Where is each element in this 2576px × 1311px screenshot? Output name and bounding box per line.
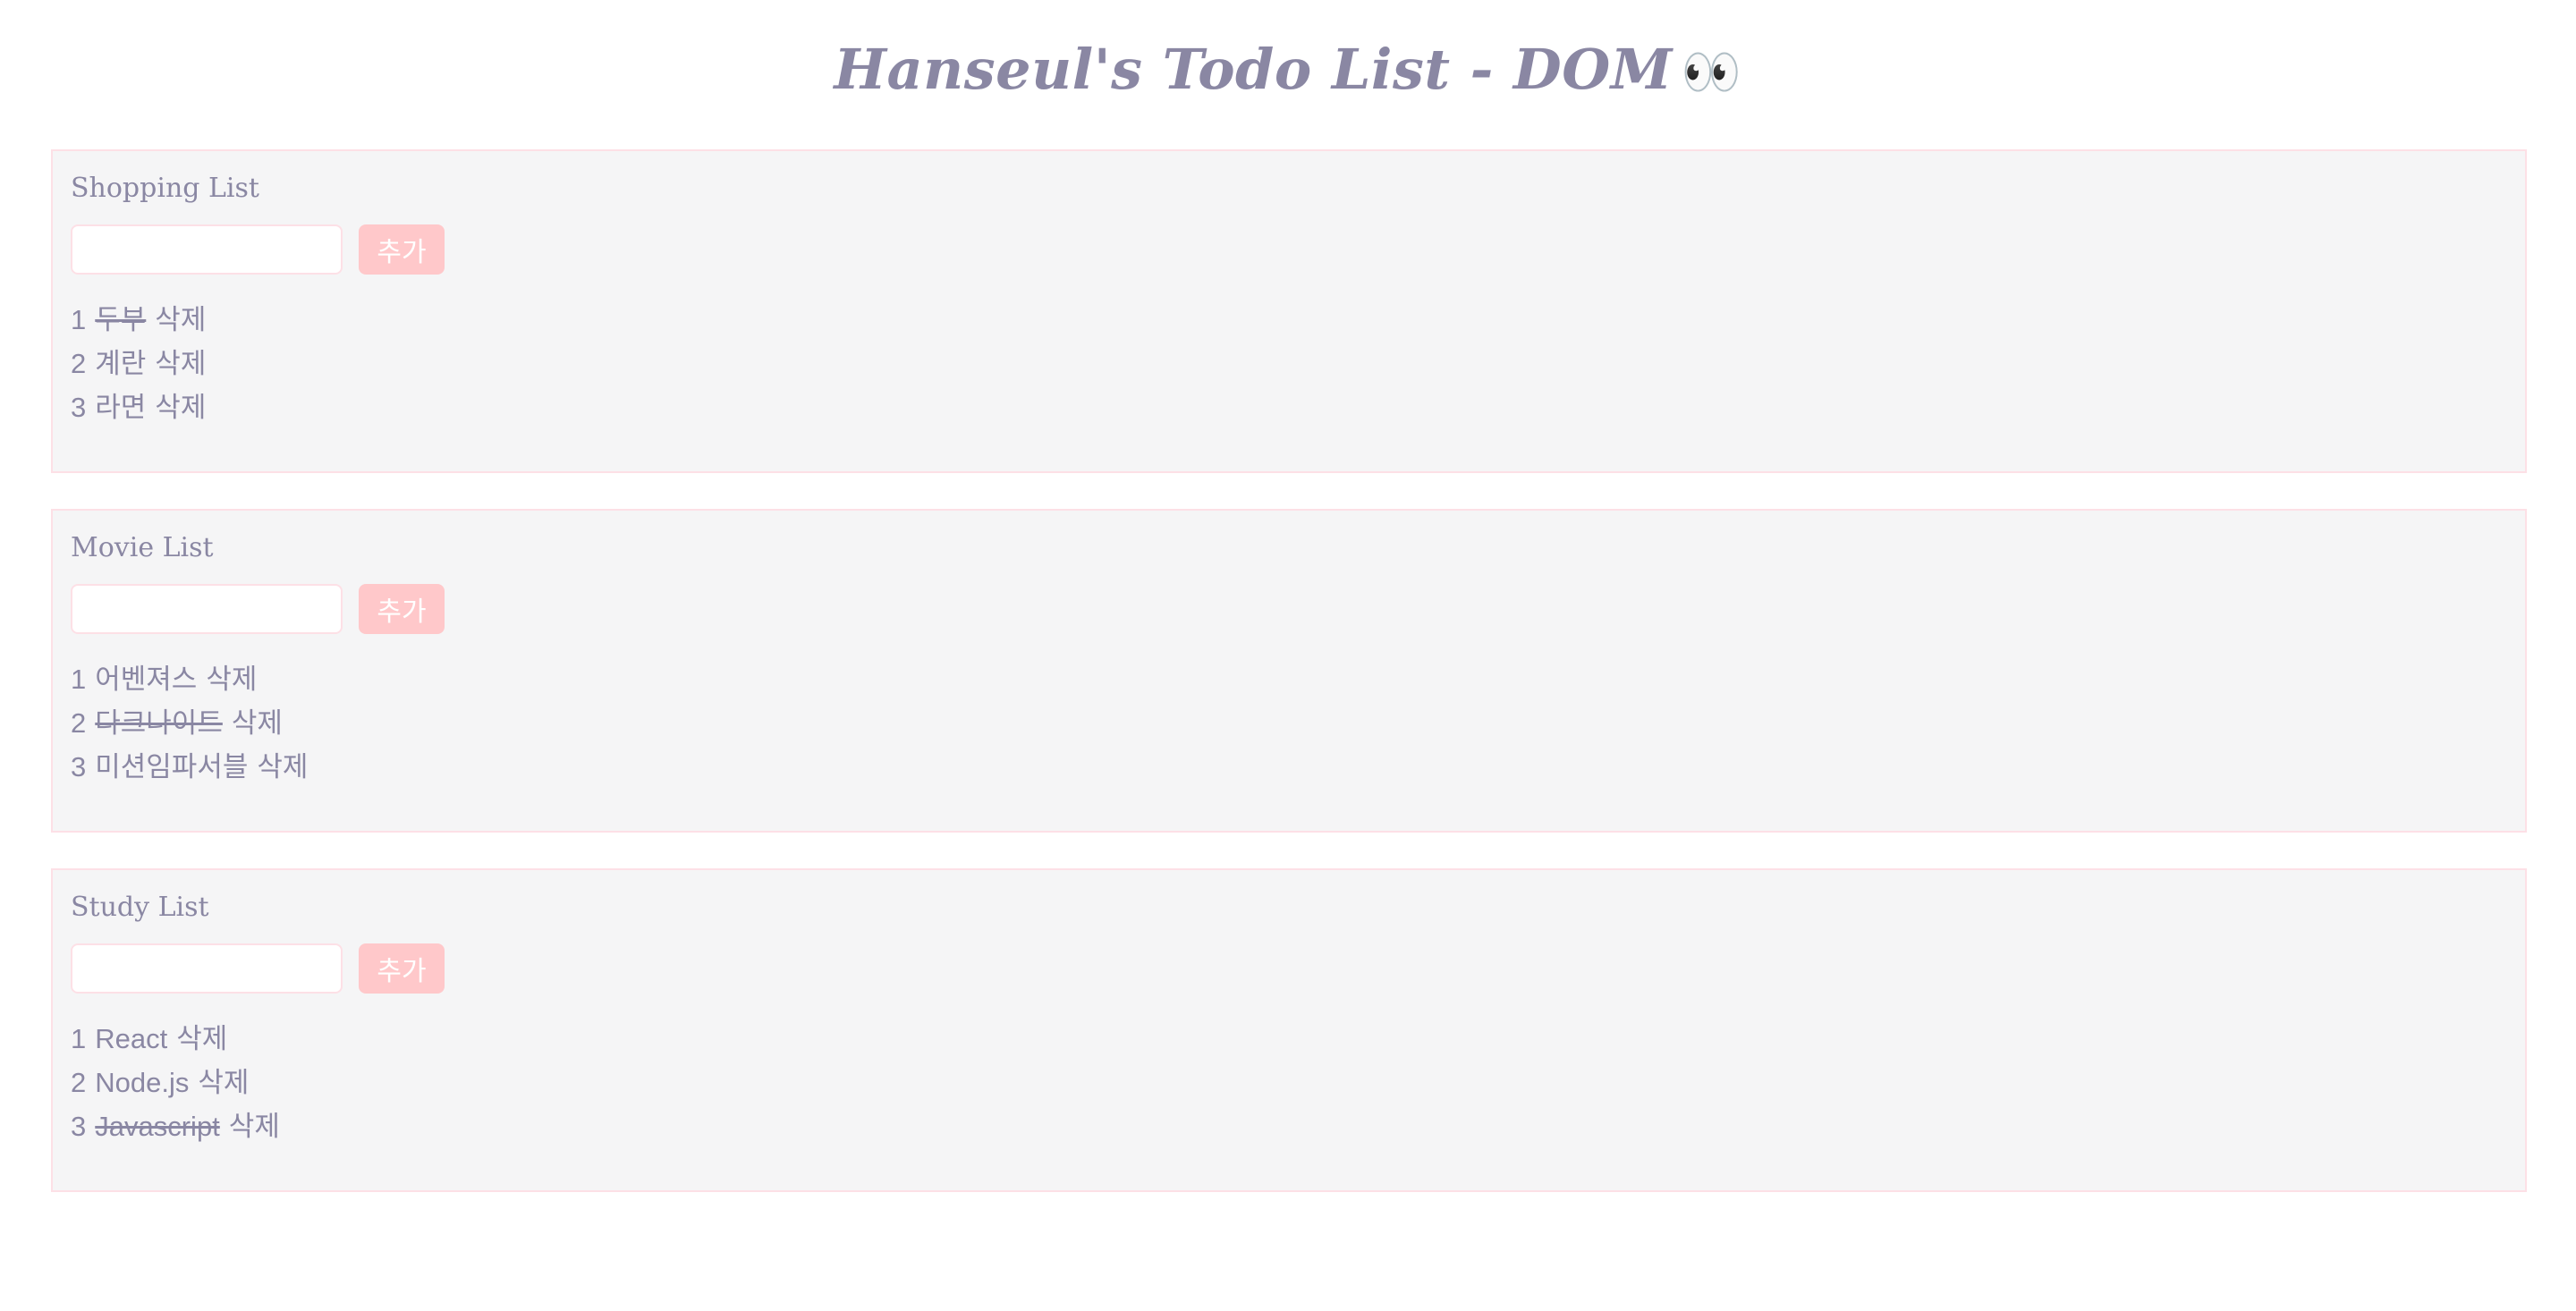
- list-item: 3 라면 삭제: [71, 385, 2507, 429]
- item-text[interactable]: Node.js: [95, 1067, 189, 1098]
- item-number: 3: [71, 1111, 87, 1142]
- delete-button[interactable]: 삭제: [198, 1067, 249, 1098]
- list-item: 3 Javascript 삭제: [71, 1104, 2507, 1148]
- item-text[interactable]: Javascript: [95, 1111, 220, 1142]
- page-title-text: Hanseul's Todo List - DOM: [834, 37, 1673, 102]
- list-item: 1 두부 삭제: [71, 298, 2507, 342]
- delete-button[interactable]: 삭제: [155, 392, 206, 423]
- list-item: 1 React 삭제: [71, 1017, 2507, 1061]
- list-title: Shopping List: [71, 173, 259, 204]
- item-number: 3: [71, 392, 87, 423]
- item-text[interactable]: 다크나이트: [95, 707, 223, 739]
- item-number: 1: [71, 1023, 87, 1054]
- delete-button[interactable]: 삭제: [229, 1111, 280, 1142]
- add-item-row: 추가: [71, 584, 2507, 634]
- delete-button[interactable]: 삭제: [232, 707, 283, 739]
- delete-button[interactable]: 삭제: [257, 751, 308, 782]
- item-text[interactable]: 라면: [95, 392, 146, 423]
- delete-button[interactable]: 삭제: [155, 304, 206, 335]
- item-text[interactable]: 어벤져스: [95, 664, 197, 695]
- list-title: Movie List: [71, 532, 214, 563]
- study-list-card: Study List 추가 1 React 삭제 2 Node.js 삭제 3 Javas…: [51, 868, 2527, 1192]
- eyes-icon: 👀: [1681, 44, 1742, 100]
- movie-item-input[interactable]: [71, 584, 343, 634]
- delete-button[interactable]: 삭제: [176, 1023, 227, 1054]
- add-item-row: 추가: [71, 943, 2507, 994]
- movie-items: 1 어벤져스 삭제 2 다크나이트 삭제 3 미션임파서블 삭제: [71, 657, 2507, 789]
- item-number: 2: [71, 348, 87, 379]
- list-item: 2 계란 삭제: [71, 342, 2507, 385]
- item-number: 1: [71, 304, 87, 335]
- todo-lists: Shopping List 추가 1 두부 삭제 2 계란 삭제 3 라면 삭제 Movie…: [51, 149, 2527, 1228]
- add-item-row: 추가: [71, 224, 2507, 275]
- shopping-items: 1 두부 삭제 2 계란 삭제 3 라면 삭제: [71, 298, 2507, 429]
- list-item: 2 다크나이트 삭제: [71, 701, 2507, 745]
- delete-button[interactable]: 삭제: [206, 664, 257, 695]
- shopping-list-card: Shopping List 추가 1 두부 삭제 2 계란 삭제 3 라면 삭제: [51, 149, 2527, 473]
- page-title: Hanseul's Todo List - DOM 👀: [0, 0, 2576, 114]
- study-add-button[interactable]: 추가: [359, 943, 445, 994]
- movie-list-card: Movie List 추가 1 어벤져스 삭제 2 다크나이트 삭제 3 미션임파서블 삭제: [51, 509, 2527, 833]
- list-title: Study List: [71, 892, 209, 923]
- item-number: 3: [71, 751, 87, 782]
- item-number: 2: [71, 1067, 87, 1098]
- item-text[interactable]: React: [95, 1023, 167, 1054]
- list-item: 1 어벤져스 삭제: [71, 657, 2507, 701]
- delete-button[interactable]: 삭제: [155, 348, 206, 379]
- study-item-input[interactable]: [71, 943, 343, 994]
- item-text[interactable]: 계란: [95, 348, 146, 379]
- shopping-add-button[interactable]: 추가: [359, 224, 445, 275]
- list-item: 2 Node.js 삭제: [71, 1061, 2507, 1104]
- study-items: 1 React 삭제 2 Node.js 삭제 3 Javascript 삭제: [71, 1017, 2507, 1148]
- item-text[interactable]: 두부: [95, 304, 146, 335]
- item-text[interactable]: 미션임파서블: [95, 751, 248, 782]
- movie-add-button[interactable]: 추가: [359, 584, 445, 634]
- item-number: 1: [71, 664, 87, 695]
- shopping-item-input[interactable]: [71, 224, 343, 275]
- list-item: 3 미션임파서블 삭제: [71, 745, 2507, 789]
- item-number: 2: [71, 707, 87, 739]
